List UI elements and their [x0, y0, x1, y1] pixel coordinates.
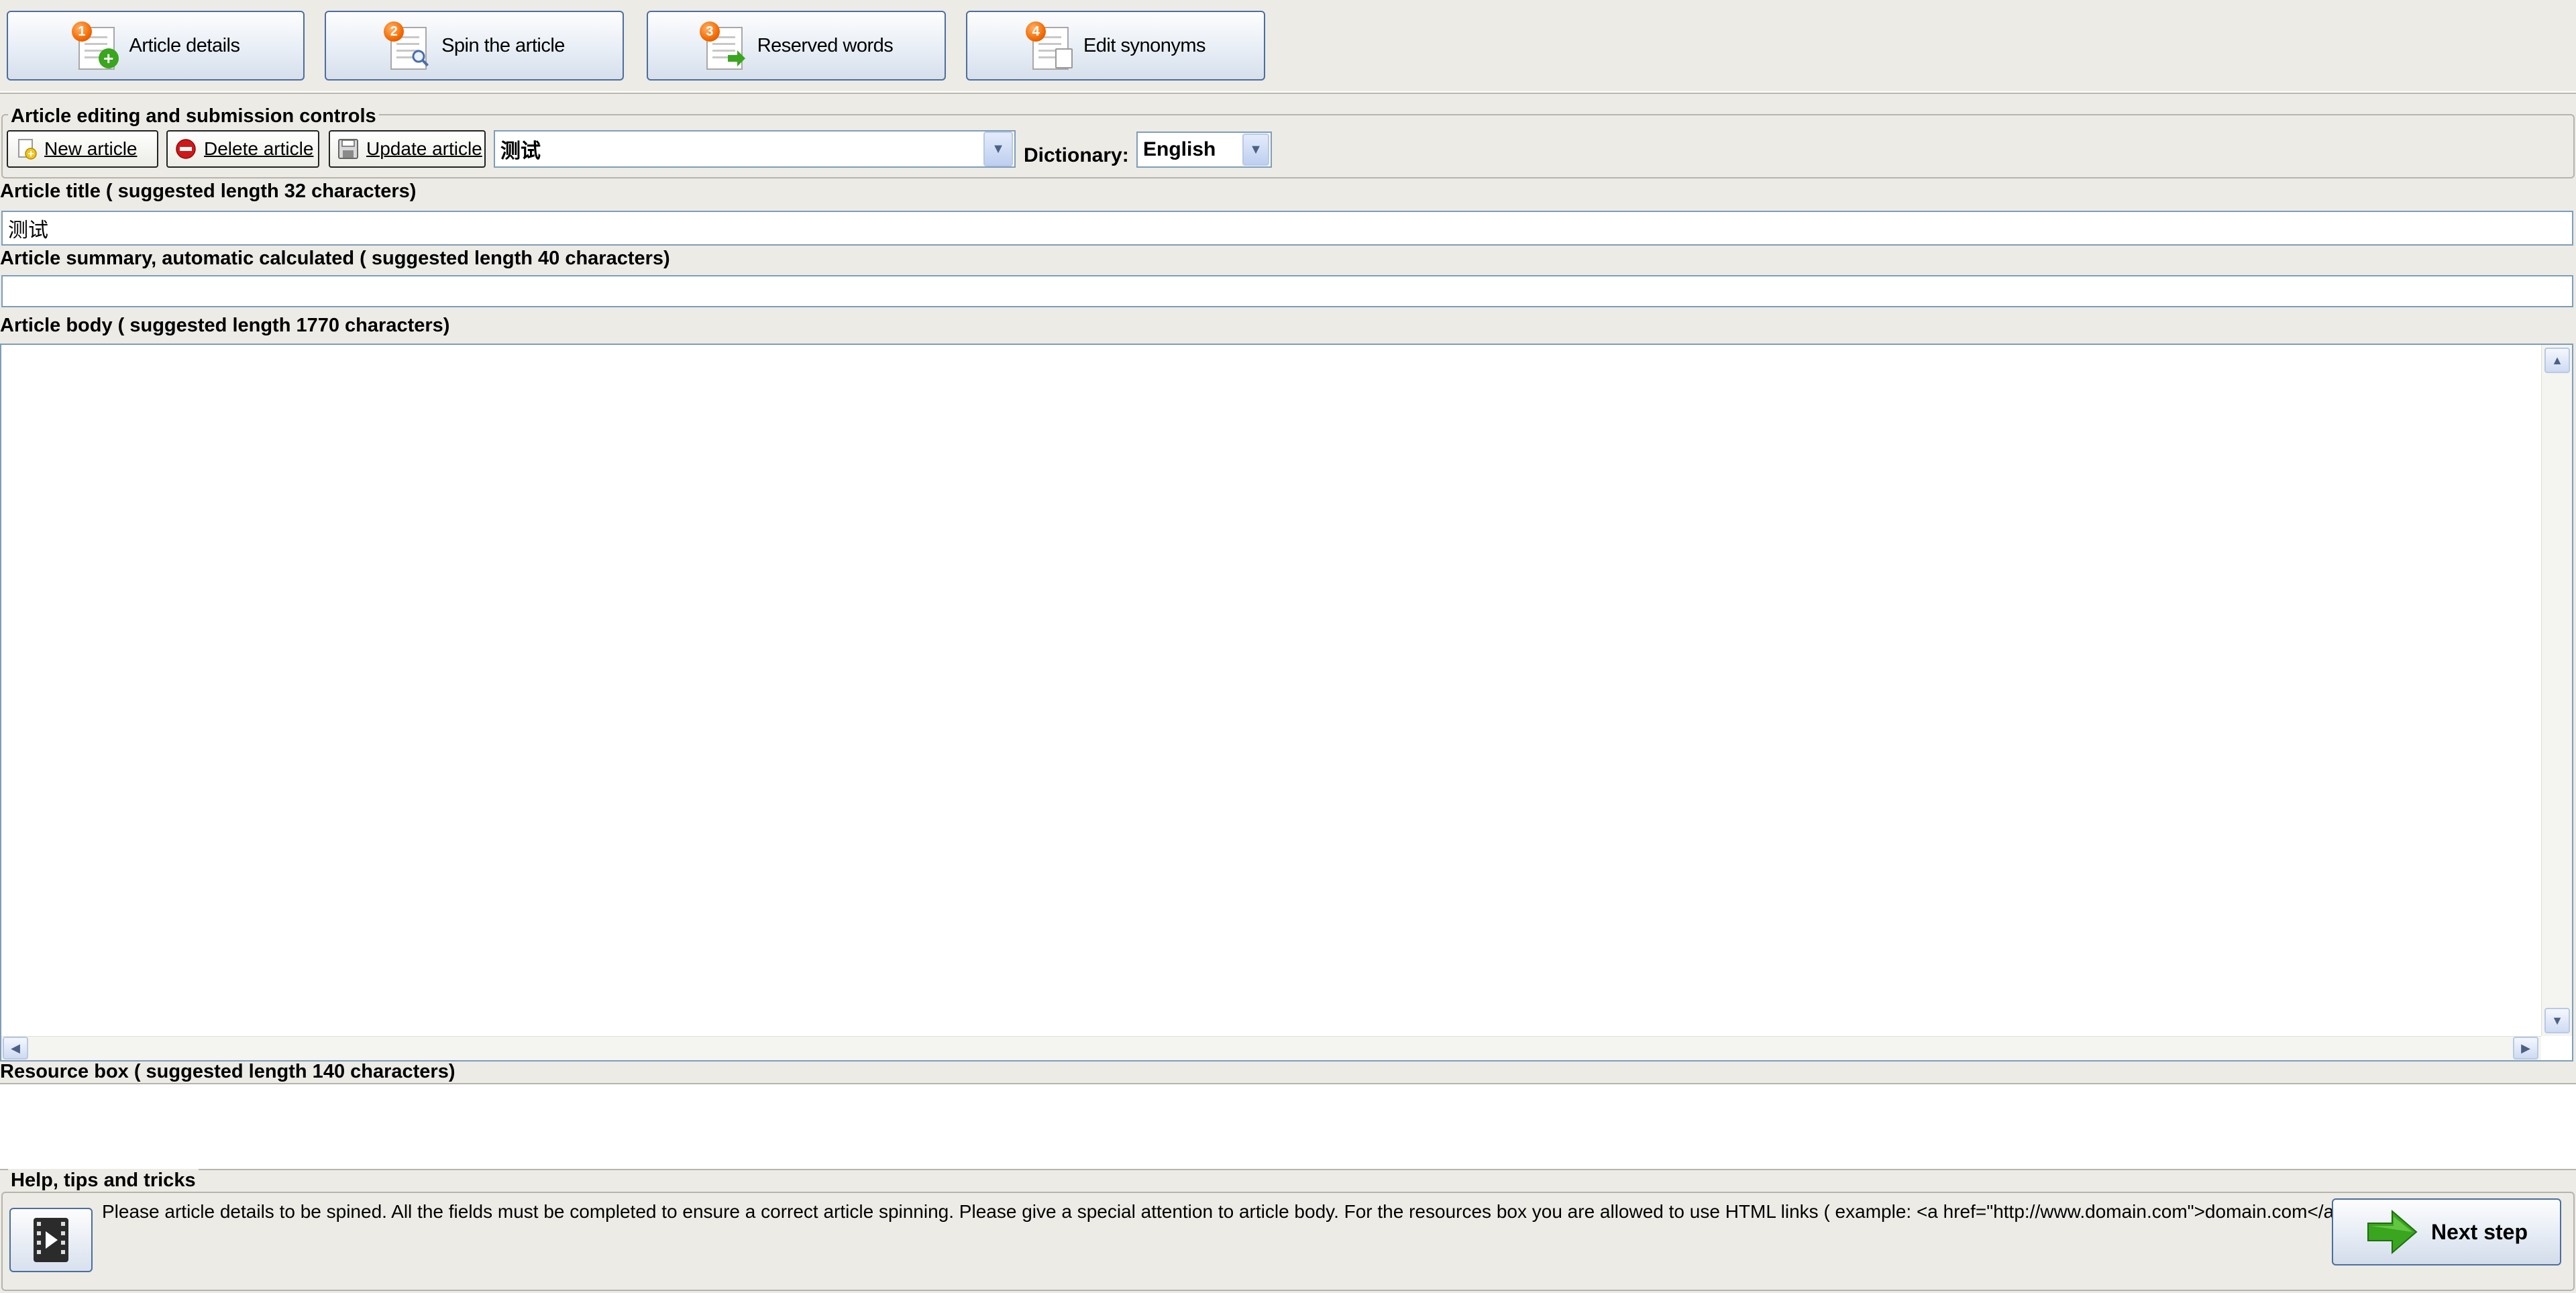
- document-add-icon: 1 +: [71, 21, 120, 70]
- step-reserved-words-button[interactable]: 3 Reserved words: [647, 11, 946, 81]
- step-article-details-button[interactable]: 1 + Article details: [7, 11, 305, 81]
- document-search-icon: 2: [384, 21, 432, 70]
- article-body-label: Article body ( suggested length 1770 cha…: [0, 315, 450, 336]
- scroll-left-icon[interactable]: ◀: [3, 1037, 28, 1059]
- delete-article-button[interactable]: Delete article: [166, 130, 319, 168]
- floppy-disk-icon: [338, 139, 358, 159]
- video-tutorial-button[interactable]: [9, 1208, 93, 1272]
- delete-article-label: Delete article: [204, 138, 314, 159]
- toolbar-divider: [0, 91, 2576, 93]
- resource-box-label: Resource box ( suggested length 140 char…: [0, 1061, 455, 1082]
- green-arrow-right-icon: [2367, 1209, 2418, 1255]
- resource-box-editor[interactable]: [0, 1083, 2576, 1170]
- article-title-input[interactable]: [1, 211, 2573, 246]
- article-summary-input[interactable]: [1, 275, 2573, 307]
- step-label: Reserved words: [757, 34, 894, 56]
- scroll-up-icon[interactable]: ▲: [2544, 348, 2570, 373]
- article-select-dropdown[interactable]: 测试 ▼: [494, 130, 1016, 168]
- next-step-button[interactable]: Next step: [2332, 1198, 2561, 1265]
- horizontal-scrollbar[interactable]: ◀ ▶: [1, 1036, 2541, 1060]
- step-label: Edit synonyms: [1083, 34, 1206, 56]
- article-summary-label: Article summary, automatic calculated ( …: [0, 248, 670, 269]
- scroll-right-icon[interactable]: ▶: [2513, 1037, 2538, 1059]
- article-body-editor[interactable]: ▲ ▼ ◀ ▶: [0, 344, 2573, 1062]
- update-article-label: Update article: [366, 138, 482, 159]
- scroll-down-icon[interactable]: ▼: [2544, 1008, 2570, 1033]
- dictionary-label: Dictionary:: [1024, 144, 1129, 166]
- new-article-button[interactable]: New article: [7, 130, 158, 168]
- article-controls-title: Article editing and submission controls: [8, 105, 379, 127]
- chevron-down-icon[interactable]: ▼: [983, 132, 1013, 166]
- help-text: Please article details to be spined. All…: [102, 1201, 2362, 1222]
- step-label: Spin the article: [441, 34, 565, 56]
- step-label: Article details: [129, 34, 240, 56]
- article-title-label: Article title ( suggested length 32 char…: [0, 180, 417, 202]
- dictionary-value: English: [1143, 138, 1216, 160]
- dictionary-dropdown[interactable]: English ▼: [1136, 132, 1272, 168]
- step-spin-article-button[interactable]: 2 Spin the article: [325, 11, 624, 81]
- vertical-scrollbar[interactable]: ▲ ▼: [2541, 345, 2572, 1036]
- delete-red-circle-icon: [176, 139, 196, 159]
- help-title: Help, tips and tricks: [8, 1169, 199, 1192]
- next-step-label: Next step: [2430, 1219, 2528, 1244]
- document-copy-icon: 4: [1025, 21, 1074, 70]
- new-article-label: New article: [44, 138, 138, 159]
- new-document-icon: [18, 139, 37, 160]
- video-play-icon: [34, 1218, 68, 1262]
- update-article-button[interactable]: Update article: [329, 130, 486, 168]
- chevron-down-icon[interactable]: ▼: [1242, 134, 1269, 166]
- article-body-text[interactable]: [1, 345, 2541, 1036]
- document-arrow-icon: 3: [699, 21, 748, 70]
- step-edit-synonyms-button[interactable]: 4 Edit synonyms: [966, 11, 1265, 81]
- article-select-value: 测试: [500, 140, 541, 162]
